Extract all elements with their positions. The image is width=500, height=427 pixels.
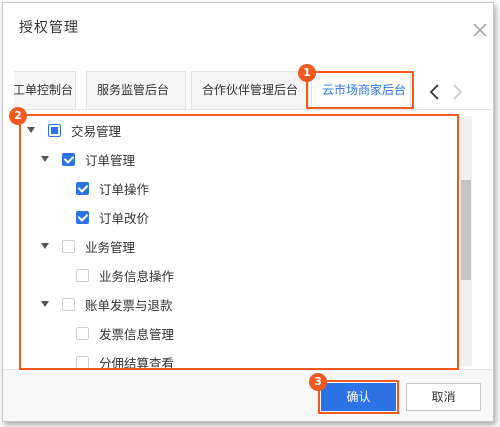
tree-node-billing-invoice-refund: 账单发票与退款 bbox=[40, 292, 173, 316]
tab-label: 合作伙伴管理后台 bbox=[202, 83, 299, 97]
tree-node-order-price-change: 订单改价 bbox=[76, 205, 149, 229]
caret-down-icon[interactable] bbox=[40, 299, 50, 309]
annotation-badge-2: 2 bbox=[9, 107, 27, 125]
tree-node-order-operation: 订单操作 bbox=[76, 176, 149, 200]
tree-node-label: 交易管理 bbox=[71, 123, 122, 139]
tree-node-order-management: 订单管理 bbox=[40, 147, 135, 171]
annotation-badge-1: 1 bbox=[298, 64, 316, 82]
caret-down-icon[interactable] bbox=[40, 154, 50, 164]
tree-node-invoice-info-management: 发票信息管理 bbox=[76, 321, 174, 345]
tab-service-supervision[interactable]: 服务监管后台 bbox=[86, 71, 186, 109]
tree-node-trade-management: 交易管理 bbox=[26, 118, 121, 142]
tab-next-icon[interactable] bbox=[450, 82, 464, 102]
tab-prev-icon[interactable] bbox=[428, 82, 442, 102]
tree-node-label: 发票信息管理 bbox=[99, 326, 175, 342]
cancel-button[interactable]: 取消 bbox=[406, 383, 481, 411]
tree-node-label: 业务管理 bbox=[85, 239, 136, 255]
tab-ticket-console[interactable]: 工单控制台 bbox=[14, 71, 76, 109]
tree-node-label: 账单发票与退款 bbox=[85, 297, 173, 313]
tree-node-label: 订单管理 bbox=[85, 152, 136, 168]
tab-label: 服务监管后台 bbox=[97, 83, 170, 97]
dialog-title: 授权管理 bbox=[19, 20, 79, 36]
tree-scrollbar[interactable] bbox=[458, 116, 472, 366]
confirm-button[interactable]: 确认 bbox=[321, 383, 396, 411]
tab-label: 云市场商家后台 bbox=[322, 83, 407, 97]
tree-node-label: 订单操作 bbox=[99, 181, 150, 197]
tree-node-business-info-operation: 业务信息操作 bbox=[76, 263, 174, 287]
tab-label: 工单控制台 bbox=[14, 83, 74, 97]
annotation-badge-3: 3 bbox=[309, 373, 327, 391]
checkbox[interactable] bbox=[76, 210, 89, 224]
tree-node-label: 订单改价 bbox=[99, 210, 150, 226]
checkbox[interactable] bbox=[76, 326, 89, 340]
tree-node-business-management: 业务管理 bbox=[40, 234, 135, 258]
checkbox[interactable] bbox=[48, 123, 61, 137]
tab-cloud-market-merchant[interactable]: 云市场商家后台 bbox=[311, 71, 411, 109]
checkbox[interactable] bbox=[76, 268, 89, 282]
checkbox[interactable] bbox=[62, 239, 75, 253]
checkbox[interactable] bbox=[76, 181, 89, 195]
checkbox[interactable] bbox=[76, 355, 89, 369]
tree-node-label: 业务信息操作 bbox=[99, 268, 175, 284]
tab-bar: 工单控制台 服务监管后台 合作伙伴管理后台 云市场商家后台 bbox=[14, 67, 494, 110]
checkbox[interactable] bbox=[62, 297, 75, 311]
caret-down-icon[interactable] bbox=[26, 125, 36, 135]
caret-down-icon[interactable] bbox=[40, 241, 50, 251]
checkbox[interactable] bbox=[62, 152, 75, 166]
close-icon[interactable] bbox=[472, 22, 488, 38]
scroll-thumb[interactable] bbox=[461, 180, 471, 280]
tab-partner-management[interactable]: 合作伙伴管理后台 bbox=[191, 71, 309, 109]
